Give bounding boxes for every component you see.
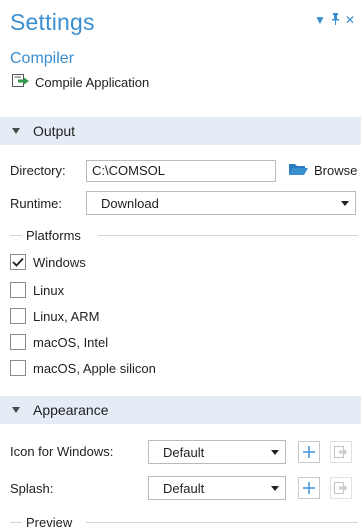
preview-group-label: Preview — [26, 515, 73, 530]
collapse-caret-icon — [12, 407, 20, 413]
dropdown-menu-icon[interactable]: ▼ — [314, 14, 326, 26]
icon-for-windows-select[interactable]: Default — [148, 440, 286, 464]
plus-icon — [303, 482, 315, 494]
platform-linux-arm-checkbox[interactable]: Linux, ARM — [10, 308, 99, 324]
runtime-value: Download — [101, 195, 159, 211]
node-subtitle: Compiler — [10, 50, 75, 67]
platform-label: Linux, ARM — [33, 308, 100, 324]
chevron-down-icon — [341, 200, 349, 206]
close-icon[interactable]: ✕ — [345, 14, 355, 26]
platforms-group-label: Platforms — [26, 228, 81, 243]
appearance-section-label: Appearance — [33, 402, 109, 418]
checkbox-unchecked-icon — [10, 360, 26, 376]
appearance-section-header[interactable]: Appearance — [0, 396, 361, 424]
platform-label: macOS, Intel — [33, 334, 109, 350]
browse-label: Browse — [314, 163, 358, 178]
platform-macos-intel-checkbox[interactable]: macOS, Intel — [10, 334, 108, 350]
runtime-select[interactable]: Download — [86, 191, 356, 215]
directory-label: Directory: — [10, 163, 66, 178]
checkbox-unchecked-icon — [10, 282, 26, 298]
icon-for-windows-label: Icon for Windows: — [10, 444, 114, 459]
panel-title: Settings — [10, 9, 95, 35]
platform-label: Windows — [33, 254, 86, 270]
splash-select[interactable]: Default — [148, 476, 286, 500]
compile-icon — [12, 74, 30, 90]
export-icon — [334, 446, 348, 458]
output-section-header[interactable]: Output — [0, 117, 361, 145]
export-icon-button[interactable] — [330, 441, 352, 463]
directory-field[interactable]: C:\COMSOL — [86, 160, 276, 182]
splash-label: Splash: — [10, 481, 54, 496]
pin-icon[interactable] — [331, 13, 340, 27]
group-divider — [86, 522, 358, 523]
add-icon-button[interactable] — [298, 441, 320, 463]
plus-icon — [303, 446, 315, 458]
group-divider — [10, 235, 22, 236]
icon-value: Default — [163, 444, 205, 460]
chevron-down-icon — [271, 449, 279, 455]
platform-label: Linux — [33, 282, 65, 298]
runtime-label: Runtime: — [10, 196, 63, 211]
chevron-down-icon — [271, 485, 279, 491]
checkbox-unchecked-icon — [10, 308, 26, 324]
platform-macos-apple-silicon-checkbox[interactable]: macOS, Apple silicon — [10, 360, 156, 376]
splash-value: Default — [163, 480, 205, 496]
platform-label: macOS, Apple silicon — [33, 360, 156, 376]
export-icon — [334, 482, 348, 494]
platform-linux-checkbox[interactable]: Linux — [10, 282, 64, 298]
window-controls: ▼ ✕ — [314, 13, 355, 27]
export-splash-button[interactable] — [330, 477, 352, 499]
folder-icon — [289, 162, 308, 179]
output-section-label: Output — [33, 123, 76, 139]
group-divider — [10, 522, 22, 523]
compile-application-button[interactable]: Compile Application — [12, 74, 149, 90]
checkbox-unchecked-icon — [10, 334, 26, 350]
compile-application-label: Compile Application — [35, 74, 150, 90]
collapse-caret-icon — [12, 128, 20, 134]
group-divider — [98, 235, 358, 236]
platform-windows-checkbox[interactable]: Windows — [10, 254, 86, 270]
add-splash-button[interactable] — [298, 477, 320, 499]
checkbox-checked-icon — [10, 254, 26, 270]
browse-button[interactable]: Browse — [289, 162, 357, 179]
